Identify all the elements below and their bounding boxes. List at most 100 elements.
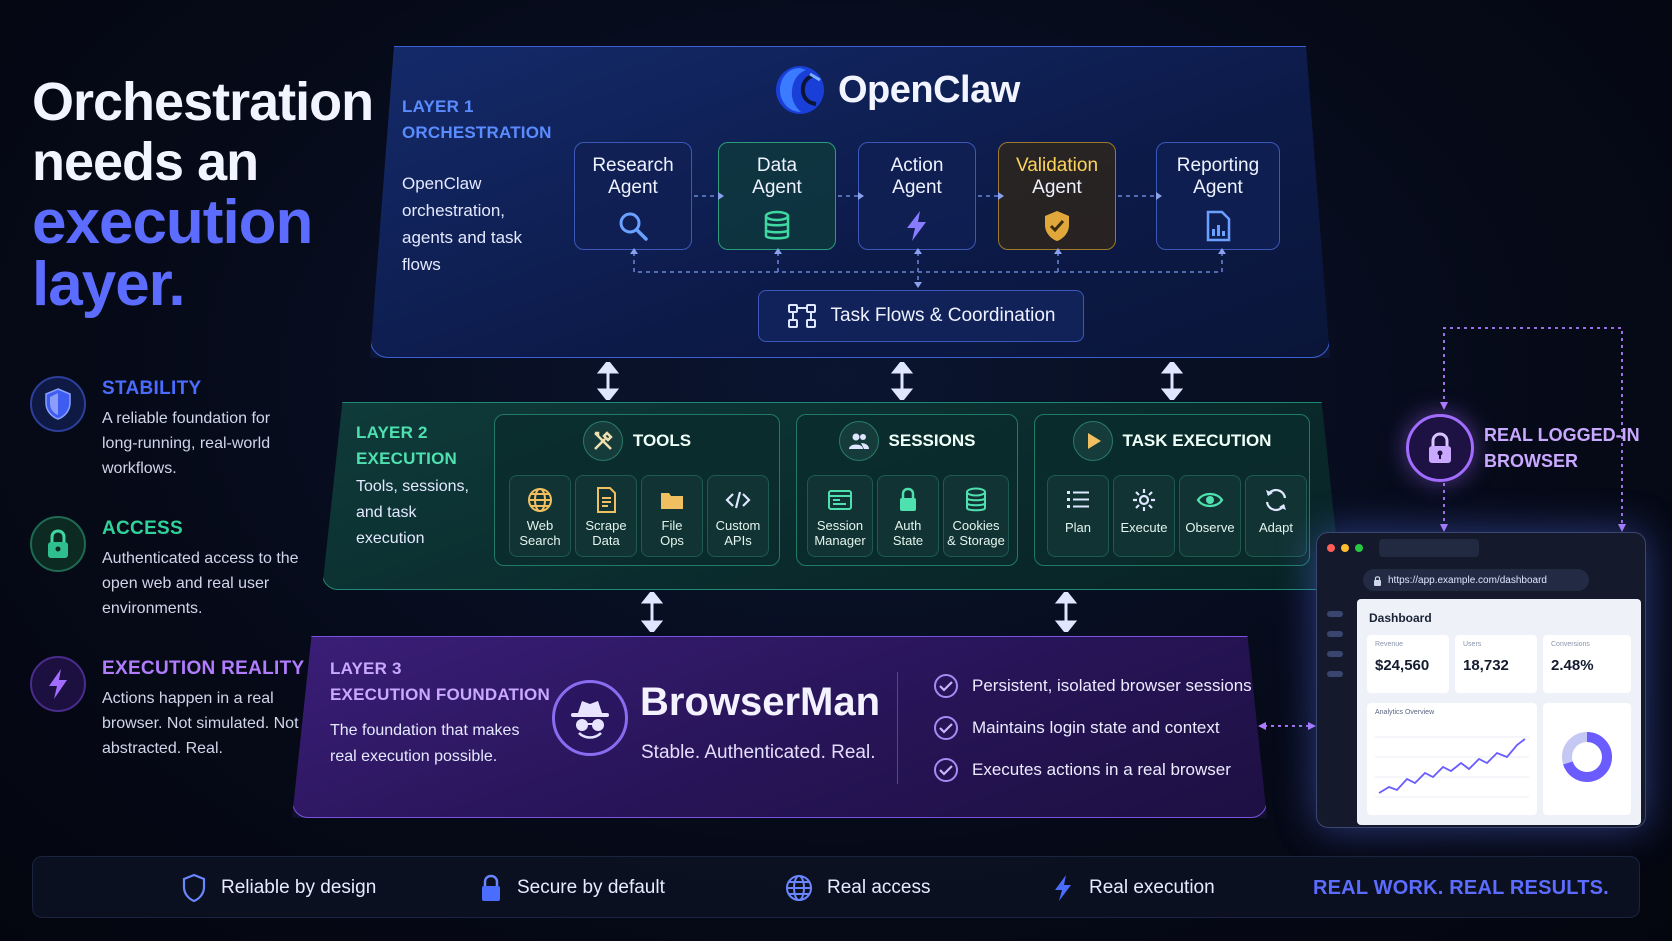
code-icon: [724, 486, 752, 514]
layer1-tag-title: ORCHESTRATION: [402, 123, 552, 142]
check-icon: [934, 674, 958, 698]
tile-label-2: Manager: [814, 533, 866, 548]
openclaw-name: OpenClaw: [838, 68, 1020, 111]
url-text: https://app.example.com/dashboard: [1388, 574, 1547, 586]
gear-icon: [1130, 486, 1158, 514]
browser-label-line1: REAL LOGGED-IN: [1484, 425, 1640, 445]
group-sessions: SESSIONS Session Manager Auth State Cookie…: [796, 414, 1018, 566]
layer1-layer2-arrows: [596, 362, 1184, 400]
pillar-title: ACCESS: [102, 518, 183, 539]
dashboard: Dashboard Revenue $24,560 Users 18,732 C…: [1357, 599, 1641, 825]
pillar-title: STABILITY: [102, 378, 202, 399]
group-title: SESSIONS: [888, 431, 976, 450]
agent-name: Data: [756, 155, 798, 176]
database-icon: [962, 486, 990, 514]
headline: Orchestration needs an execution layer.: [32, 72, 374, 319]
analytics-line-chart: [1375, 736, 1529, 798]
layer2-tag-number: LAYER 2: [356, 423, 428, 442]
agent-connectors: [630, 192, 1226, 288]
headline-line4: layer.: [32, 250, 186, 319]
session-manager[interactable]: Session Manager: [807, 475, 873, 557]
tool-file-ops[interactable]: File Ops: [641, 475, 703, 557]
browser-label: REAL LOGGED-IN BROWSER: [1484, 422, 1640, 474]
eye-icon: [1196, 486, 1224, 514]
layer2-tag: LAYER 2 EXECUTION: [356, 420, 457, 472]
pillar-desc: Authenticated access to the open web and…: [102, 550, 299, 617]
metric-card: Revenue $24,560: [1367, 635, 1449, 693]
pillar-title: EXECUTION REALITY: [102, 658, 305, 679]
layer2-desc: Tools, sessions, and task execution: [356, 478, 469, 547]
browserman-name: BrowserMan: [640, 680, 881, 724]
session-cookies-storage[interactable]: Cookies & Storage: [943, 475, 1009, 557]
shield-icon: [30, 376, 86, 432]
footer-label: Secure by default: [517, 877, 665, 898]
tile-label-2: & Storage: [947, 533, 1005, 548]
analytics-card: Analytics Overview: [1367, 703, 1537, 815]
check-text: Maintains login state and context: [972, 718, 1220, 737]
agent-name: Research: [592, 155, 674, 176]
exec-plan[interactable]: Plan: [1047, 475, 1109, 557]
footer-item: Real execution: [1051, 857, 1215, 919]
check-text: Executes actions in a real browser: [972, 760, 1231, 779]
openclaw-logo-icon: [776, 66, 824, 114]
task-flows-label: Task Flows & Coordination: [830, 305, 1056, 326]
browser-tab[interactable]: [1379, 539, 1479, 557]
headline-line2: needs an: [32, 132, 259, 192]
exec-observe[interactable]: Observe: [1179, 475, 1241, 557]
browserman-logo-icon: [552, 680, 628, 756]
tile-label: Plan: [1064, 520, 1092, 535]
layer3-tag-title: EXECUTION FOUNDATION: [330, 685, 550, 704]
metric-label: Users: [1463, 641, 1482, 648]
tool-scrape-data[interactable]: Scrape Data: [575, 475, 637, 557]
headline-line1: Orchestration: [32, 72, 374, 132]
list-icon: [1064, 486, 1092, 514]
address-bar[interactable]: https://app.example.com/dashboard: [1363, 569, 1589, 591]
layer3-tag: LAYER 3 EXECUTION FOUNDATION: [330, 656, 550, 708]
donut-card: [1543, 703, 1631, 815]
tile-label-2: Search: [519, 533, 561, 548]
agent-name: Validation: [1015, 155, 1099, 176]
footer-item: Secure by default: [479, 857, 665, 919]
check-item: Maintains login state and context: [934, 716, 1220, 740]
layer1-desc: OpenClaw orchestration, agents and task …: [402, 174, 523, 274]
browser-label-line2: BROWSER: [1484, 451, 1578, 471]
close-dot[interactable]: [1327, 544, 1335, 552]
tile-label: Custom: [715, 518, 761, 533]
layer2-tag-title: EXECUTION: [356, 449, 457, 468]
globe-icon: [526, 486, 554, 514]
agent-name: Action: [890, 155, 944, 176]
lock-icon: [482, 874, 500, 901]
exec-execute[interactable]: Execute: [1113, 475, 1175, 557]
agent-name: Reporting: [1176, 155, 1260, 176]
browser-sidebar: [1327, 611, 1347, 711]
tile-label: Cookies: [952, 518, 1000, 533]
tool-web-search[interactable]: Web Search: [509, 475, 571, 557]
headline-line3: execution: [32, 188, 313, 257]
check-item: Executes actions in a real browser: [934, 758, 1231, 782]
metric-card: Users 18,732: [1455, 635, 1537, 693]
task-flows-coordination[interactable]: Task Flows & Coordination: [758, 290, 1084, 342]
maximize-dot[interactable]: [1355, 544, 1363, 552]
layer3-tag-number: LAYER 3: [330, 659, 402, 678]
tile-label-2: Ops: [660, 533, 684, 548]
padlock-icon: [1374, 575, 1381, 586]
donut-chart: [1562, 732, 1612, 782]
tile-label: File: [661, 518, 683, 533]
layer1-tag-number: LAYER 1: [402, 97, 474, 116]
layer3-divider: [897, 672, 898, 784]
tile-label-2: APIs: [724, 533, 752, 548]
tool-custom-apis[interactable]: Custom APIs: [707, 475, 769, 557]
browser-window: https://app.example.com/dashboard Dashbo…: [1316, 532, 1646, 828]
layer1-tag: LAYER 1 ORCHESTRATION: [402, 94, 552, 146]
lock-icon: [894, 486, 922, 514]
footer-label: Real access: [827, 877, 931, 898]
group-title: TASK EXECUTION: [1122, 431, 1272, 450]
tile-label: Execute: [1120, 520, 1168, 535]
tools-icon: [582, 421, 623, 461]
lightning-icon: [30, 656, 86, 712]
metric-value: $24,560: [1375, 657, 1430, 674]
minimize-dot[interactable]: [1341, 544, 1349, 552]
footer-label: Reliable by design: [221, 877, 377, 898]
globe-icon: [786, 875, 812, 901]
session-auth-state[interactable]: Auth State: [877, 475, 939, 557]
